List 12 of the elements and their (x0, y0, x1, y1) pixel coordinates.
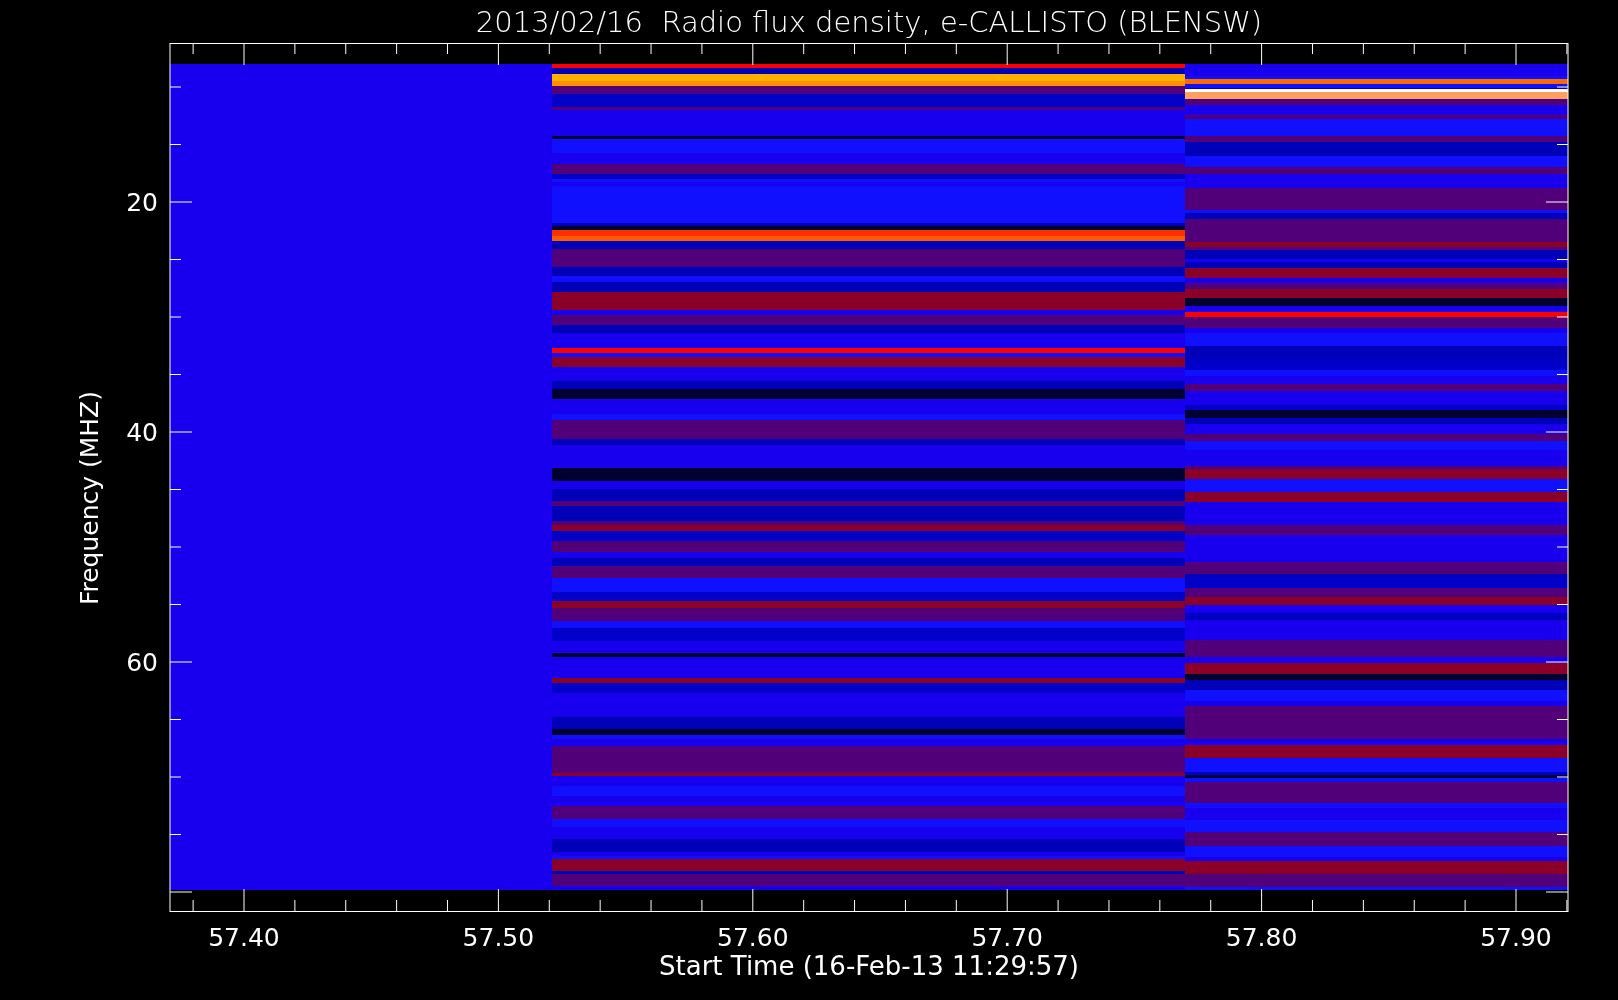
x-axis-label: Start Time (16-Feb-13 11:29:57) (659, 953, 1079, 979)
tick-label: 57.50 (462, 923, 535, 952)
tick-label: 57.60 (717, 923, 789, 952)
tick-label: 57.90 (1480, 923, 1552, 952)
tick-label: 57.80 (1225, 923, 1298, 952)
tick-label: 20 (126, 188, 158, 217)
tick-label: 40 (126, 418, 158, 447)
tick-label: 57.40 (208, 923, 280, 952)
tick-label: 60 (126, 648, 158, 677)
y-axis-label: Frequency (MHZ) (75, 390, 105, 606)
tick-label: 57.70 (971, 923, 1043, 952)
plot-title: 2013/02/16 Radio flux density, e-CALLISTO (BLENSW) (475, 4, 1263, 39)
